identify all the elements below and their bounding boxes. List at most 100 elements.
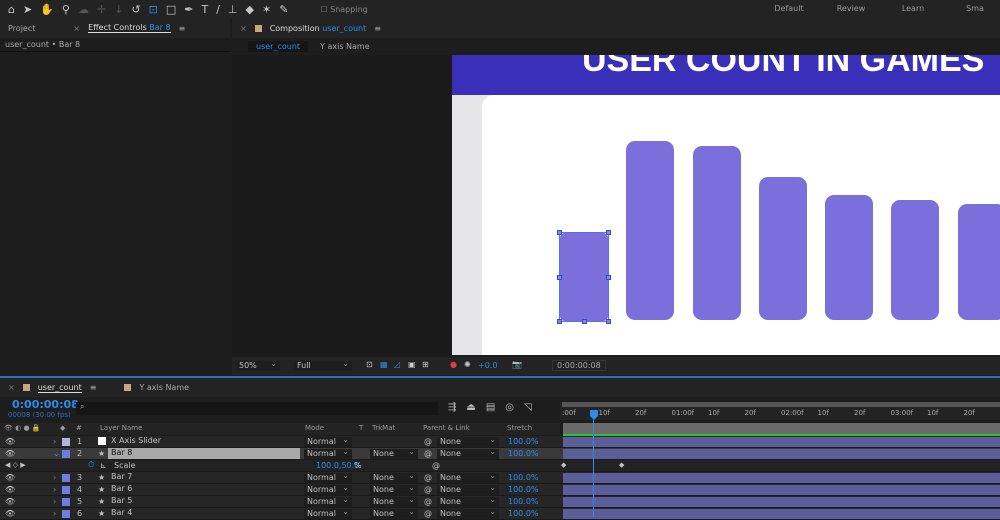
parent-dropdown[interactable]: None [437,471,499,483]
menu-icon[interactable]: ≡ [374,24,381,33]
composition-canvas[interactable]: USER COUNT IN GAMES [452,55,1000,355]
pick-whip-icon[interactable]: @ [424,449,432,458]
trkmat-dropdown[interactable]: None [370,483,418,495]
tab-composition[interactable]: Composition user_count [270,24,367,33]
zoom-dropdown[interactable]: 50% [236,359,280,371]
layer-duration-bar[interactable] [563,473,1000,483]
selection-icon[interactable]: ➤ [23,3,32,16]
keyframe-navigator-icon[interactable]: ◀ ◇ ▶ [5,461,26,469]
stamp-icon[interactable]: ⊥ [228,3,238,16]
layer-name[interactable]: Bar 7 [108,472,300,483]
motion-blur-icon[interactable]: ◎ [505,402,514,413]
pick-whip-icon[interactable]: @ [432,461,440,470]
timeline-timecode[interactable]: 0:00:00:08 [12,398,79,411]
parent-dropdown[interactable]: None [437,483,499,495]
breadcrumb-y-axis-name[interactable]: Y axis Name [320,42,370,51]
chevron-down-icon[interactable]: ⌄ [53,449,60,458]
anchor-icon[interactable]: ⊡ [149,3,158,16]
time-ruler[interactable]: :00f 10f 20f 01:00f 10f 20f 02:00f 10f 20f 03:00f… [560,402,1000,420]
close-icon[interactable]: × [240,24,247,33]
layer-search-input[interactable]: ⌕ [76,402,438,415]
layer-name[interactable]: Bar 6 [108,484,300,495]
home-icon[interactable]: ⌂ [8,3,15,16]
transform-handle[interactable] [606,275,611,280]
pick-whip-icon[interactable]: @ [424,473,432,482]
layer-duration-bar[interactable] [563,509,1000,519]
layer-name[interactable]: Bar 5 [108,496,300,507]
transform-handle[interactable] [606,319,611,324]
bar-5[interactable] [759,177,807,320]
layer-name[interactable]: X Axis Slider [108,436,300,447]
label-color-swatch[interactable] [62,498,70,506]
label-color-swatch[interactable] [62,486,70,494]
mode-dropdown[interactable]: Normal [304,471,352,483]
rotate-icon[interactable]: ↺ [131,3,140,16]
mode-dropdown[interactable]: Normal [304,495,352,507]
chevron-right-icon[interactable]: › [53,485,56,494]
frame-blending-icon[interactable]: ▤ [486,402,495,413]
rectangle-icon[interactable]: □ [166,3,176,16]
tab-user-count[interactable]: user_count [37,383,82,393]
zoom-icon[interactable]: ⚲ [62,3,70,16]
eye-icon[interactable]: 👁 [5,497,15,506]
transform-handle[interactable] [557,230,562,235]
mask-path-icon[interactable]: ◿ [394,360,400,369]
transparency-grid-icon[interactable]: ▦ [380,360,388,369]
mode-dropdown[interactable]: Normal [304,447,352,459]
breadcrumb-user-count[interactable]: user_count [248,40,309,52]
menu-icon[interactable]: ≡ [90,383,97,392]
eye-icon[interactable]: 👁 [5,449,15,458]
parent-dropdown[interactable]: None [437,495,499,507]
bar-6[interactable] [693,146,741,320]
chevron-right-icon[interactable]: › [53,437,56,446]
eraser-icon[interactable]: ◆ [246,3,254,16]
parent-dropdown[interactable]: None [437,435,499,447]
color-management-icon[interactable]: ✺ [464,360,471,369]
keyframe-icon[interactable]: ◆ [619,461,624,469]
dolly-icon[interactable]: ↓ [114,3,123,16]
playhead[interactable] [590,410,598,420]
resolution-dropdown[interactable]: Full [294,359,352,371]
close-icon[interactable]: × [8,383,15,392]
stretch-value[interactable]: 100.0% [508,437,539,446]
transform-handle[interactable] [557,275,562,280]
graph-editor-icon[interactable]: ◹ [524,402,532,413]
type-icon[interactable]: T [201,3,208,16]
hand-icon[interactable]: ✋ [40,3,54,16]
chevron-right-icon[interactable]: › [53,497,56,506]
trkmat-dropdown[interactable]: None [370,471,418,483]
close-icon[interactable]: × [73,24,80,33]
eye-icon[interactable]: 👁 [5,473,15,482]
mode-dropdown[interactable]: Normal [304,435,352,447]
fast-preview-icon[interactable]: ⊡ [366,360,373,369]
viewer-timecode[interactable]: 0:00:00:08 [552,360,606,371]
bar-3[interactable] [891,200,939,320]
grid-guides-icon[interactable]: ⊞ [422,360,429,369]
eye-icon[interactable]: 👁 [5,485,15,494]
stopwatch-icon[interactable]: ⏱ [88,460,94,470]
bar-4[interactable] [825,195,873,320]
layer-duration-bar[interactable] [563,437,1000,447]
parent-dropdown[interactable]: None [437,507,499,519]
pick-whip-icon[interactable]: @ [424,437,432,446]
layer-name[interactable]: Bar 8 [108,448,300,459]
stretch-value[interactable]: 100.0% [508,449,539,458]
label-color-swatch[interactable] [62,450,70,458]
trkmat-dropdown[interactable]: None [370,495,418,507]
col-layer-name[interactable]: Layer Name [100,424,142,432]
chevron-right-icon[interactable]: › [53,473,56,482]
bar-2[interactable] [958,204,1000,320]
pick-whip-icon[interactable]: @ [424,497,432,506]
region-of-interest-icon[interactable]: ▣ [408,360,416,369]
layer-duration-bar[interactable] [563,497,1000,507]
layer-duration-bar[interactable] [563,449,1000,459]
snapshot-icon[interactable]: 📷 [512,360,522,369]
mode-dropdown[interactable]: Normal [304,507,352,519]
bar-7[interactable] [626,141,674,320]
workspace-default[interactable]: Default [758,0,820,18]
orbit-icon[interactable]: ☁ [78,3,89,16]
exposure-value[interactable]: +0.0 [478,361,497,370]
brush-icon[interactable]: / [216,3,220,16]
parent-dropdown[interactable]: None [437,447,499,459]
workspace-review[interactable]: Review [820,0,882,18]
